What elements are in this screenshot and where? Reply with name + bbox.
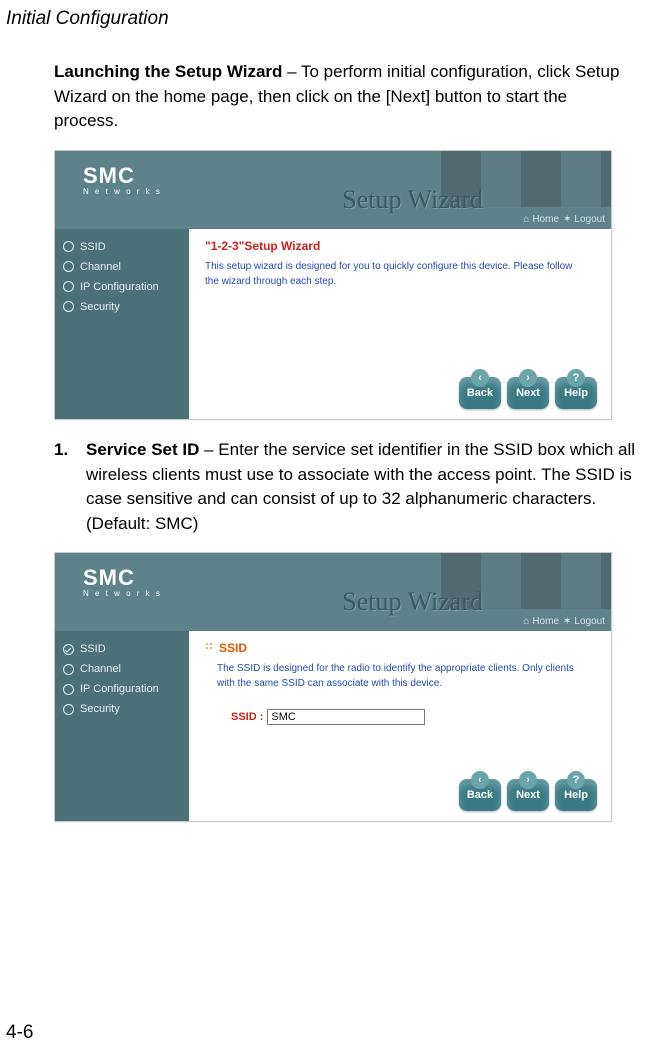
page-number: 4-6 bbox=[6, 1022, 33, 1044]
ssid-label: SSID : bbox=[231, 711, 263, 723]
top-navbar: ⌂ Home ✶ Logout bbox=[523, 616, 605, 627]
ssid-row: SSID : bbox=[231, 709, 595, 725]
radio-icon bbox=[63, 664, 74, 675]
radio-icon bbox=[63, 261, 74, 272]
nav-home[interactable]: ⌂ Home bbox=[523, 616, 559, 627]
nav-logout[interactable]: ✶ Logout bbox=[563, 214, 605, 225]
intro-paragraph: Launching the Setup Wizard – To perform … bbox=[54, 60, 636, 134]
screenshot-header: SMC N e t w o r k s Setup Wizard ⌂ Home … bbox=[55, 151, 611, 229]
sidebar-label-security: Security bbox=[80, 703, 120, 715]
step-default: (Default: SMC) bbox=[86, 514, 198, 533]
sidebar-item-security[interactable]: Security bbox=[55, 699, 189, 719]
arrow-right-icon bbox=[519, 369, 537, 387]
screenshot-header: SMC N e t w o r k s Setup Wizard ⌂ Home … bbox=[55, 553, 611, 631]
intro-bold: Launching the Setup Wizard bbox=[54, 62, 282, 81]
back-button[interactable]: Back bbox=[459, 377, 501, 409]
screenshot-setup-wizard-ssid: SMC N e t w o r k s Setup Wizard ⌂ Home … bbox=[54, 552, 612, 822]
sidebar-item-ssid[interactable]: SSID bbox=[55, 237, 189, 257]
help-label: Help bbox=[564, 789, 588, 801]
sidebar-label-channel: Channel bbox=[80, 261, 121, 273]
back-label: Back bbox=[467, 387, 493, 399]
top-navbar: ⌂ Home ✶ Logout bbox=[523, 214, 605, 225]
wizard-main: SSID The SSID is designed for the radio … bbox=[189, 631, 611, 821]
wizard-button-row: Back Next Help bbox=[459, 779, 597, 811]
wizard-main: "1-2-3"Setup Wizard This setup wizard is… bbox=[189, 229, 611, 419]
logo-area: SMC N e t w o r k s bbox=[83, 565, 162, 598]
sidebar-item-channel[interactable]: Channel bbox=[55, 257, 189, 277]
arrow-right-icon bbox=[519, 771, 537, 789]
dots-icon bbox=[205, 641, 215, 655]
nav-home-label: Home bbox=[532, 214, 559, 225]
next-button[interactable]: Next bbox=[507, 377, 549, 409]
screenshot-setup-wizard-intro: SMC N e t w o r k s Setup Wizard ⌂ Home … bbox=[54, 150, 612, 420]
home-icon: ⌂ bbox=[523, 214, 529, 225]
radio-checked-icon bbox=[63, 644, 74, 655]
ssid-input[interactable] bbox=[267, 709, 425, 725]
back-button[interactable]: Back bbox=[459, 779, 501, 811]
nav-logout-label: Logout bbox=[574, 616, 605, 627]
logo-subtext: N e t w o r k s bbox=[83, 187, 162, 196]
step-number: 1. bbox=[54, 438, 76, 537]
radio-icon bbox=[63, 301, 74, 312]
nav-home[interactable]: ⌂ Home bbox=[523, 214, 559, 225]
help-button[interactable]: Help bbox=[555, 779, 597, 811]
logo-subtext: N e t w o r k s bbox=[83, 589, 162, 598]
section-description: This setup wizard is designed for you to… bbox=[205, 259, 575, 289]
back-label: Back bbox=[467, 789, 493, 801]
sidebar-label-channel: Channel bbox=[80, 663, 121, 675]
home-icon: ⌂ bbox=[523, 616, 529, 627]
section-description: The SSID is designed for the radio to id… bbox=[217, 661, 587, 691]
sidebar-item-security[interactable]: Security bbox=[55, 297, 189, 317]
help-button[interactable]: Help bbox=[555, 377, 597, 409]
logout-icon: ✶ bbox=[563, 214, 571, 225]
sidebar-item-ssid[interactable]: SSID bbox=[55, 639, 189, 659]
help-label: Help bbox=[564, 387, 588, 399]
arrow-left-icon bbox=[471, 771, 489, 789]
arrow-left-icon bbox=[471, 369, 489, 387]
question-icon bbox=[567, 771, 585, 789]
step-1: 1. Service Set ID – Enter the service se… bbox=[54, 438, 636, 537]
radio-icon bbox=[63, 684, 74, 695]
step-bold: Service Set ID bbox=[86, 440, 199, 459]
radio-icon bbox=[63, 241, 74, 252]
logo-text: SMC bbox=[83, 163, 162, 189]
banner-title: Setup Wizard bbox=[342, 185, 483, 215]
sidebar-item-ipconf[interactable]: IP Configuration bbox=[55, 277, 189, 297]
radio-icon bbox=[63, 704, 74, 715]
logo-text: SMC bbox=[83, 565, 162, 591]
section-title: "1-2-3"Setup Wizard bbox=[205, 239, 595, 253]
next-label: Next bbox=[516, 387, 540, 399]
sidebar-item-ipconf[interactable]: IP Configuration bbox=[55, 679, 189, 699]
banner-title: Setup Wizard bbox=[342, 587, 483, 617]
wizard-button-row: Back Next Help bbox=[459, 377, 597, 409]
sidebar-label-ipconf: IP Configuration bbox=[80, 281, 159, 293]
radio-icon bbox=[63, 281, 74, 292]
nav-logout-label: Logout bbox=[574, 214, 605, 225]
nav-home-label: Home bbox=[532, 616, 559, 627]
sidebar-label-ssid: SSID bbox=[80, 241, 106, 253]
logo-area: SMC N e t w o r k s bbox=[83, 163, 162, 196]
wizard-sidebar: SSID Channel IP Configuration Security bbox=[55, 229, 189, 419]
page-header: Initial Configuration bbox=[0, 0, 648, 30]
sidebar-label-ssid: SSID bbox=[80, 643, 106, 655]
section-title: SSID bbox=[205, 641, 595, 655]
sidebar-item-channel[interactable]: Channel bbox=[55, 659, 189, 679]
sidebar-label-ipconf: IP Configuration bbox=[80, 683, 159, 695]
section-title-text: SSID bbox=[219, 641, 247, 655]
sidebar-label-security: Security bbox=[80, 301, 120, 313]
next-label: Next bbox=[516, 789, 540, 801]
next-button[interactable]: Next bbox=[507, 779, 549, 811]
logout-icon: ✶ bbox=[563, 616, 571, 627]
nav-logout[interactable]: ✶ Logout bbox=[563, 616, 605, 627]
wizard-sidebar: SSID Channel IP Configuration Security bbox=[55, 631, 189, 821]
question-icon bbox=[567, 369, 585, 387]
